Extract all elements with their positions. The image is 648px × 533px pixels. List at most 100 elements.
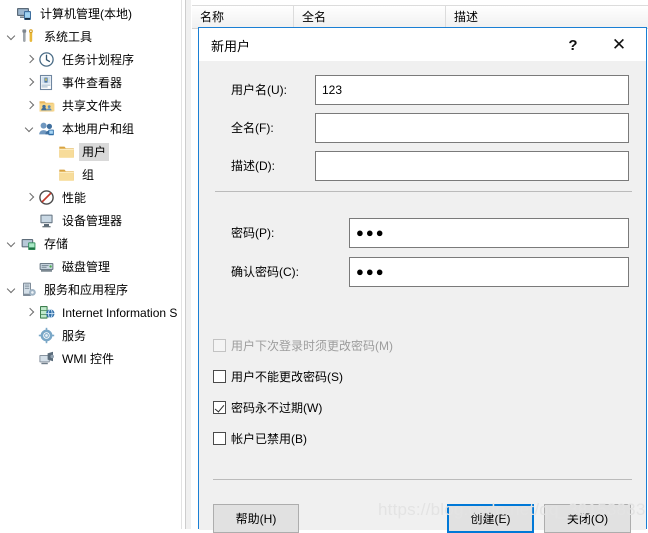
checkbox-box-password-never-expires[interactable] [213, 400, 226, 414]
chevron-right-icon[interactable] [22, 75, 38, 91]
column-header-fullname[interactable]: 全名 [294, 6, 446, 28]
local-users-groups-icon [38, 120, 55, 137]
event-viewer-icon [38, 74, 55, 91]
chevron-right-icon[interactable] [22, 52, 38, 68]
chevron-down-icon[interactable] [4, 282, 20, 298]
tree-item-15[interactable]: WMI 控件 [0, 347, 181, 370]
computer-management-icon [16, 5, 33, 22]
tree-item-label: 用户 [79, 142, 110, 161]
tree-item-label: 计算机管理(本地) [40, 6, 132, 21]
tree-expander-placeholder [42, 144, 58, 160]
tree-item-13[interactable]: Internet Information S [0, 301, 181, 324]
task-scheduler-icon [38, 51, 55, 68]
field-row-password: 密码(P): ●●● [199, 218, 646, 248]
username-input[interactable]: 123 [315, 75, 629, 105]
folder-icon [58, 166, 75, 183]
checkbox-account-disabled[interactable]: 帐户已禁用(B) [213, 427, 307, 449]
console-tree-panel[interactable]: 计算机管理(本地) 系统工具 任务计划程序 事件查看器 共享文件夹 本地用户和组… [0, 0, 181, 529]
tree-expander-placeholder [22, 213, 38, 229]
tree-item-label: WMI 控件 [62, 351, 114, 366]
tree-item-label: 设备管理器 [62, 213, 123, 228]
tree-item-label: 本地用户和组 [62, 121, 135, 136]
checkbox-label-must-change-password: 用户下次登录时须更改密码(M) [231, 338, 393, 353]
tree-item-4[interactable]: 共享文件夹 [0, 94, 181, 117]
tree-item-6[interactable]: 用户 [0, 140, 181, 163]
chevron-right-icon[interactable] [22, 305, 38, 321]
description-input[interactable] [315, 151, 629, 181]
field-row-confirm-password: 确认密码(C): ●●● [199, 257, 646, 287]
password-label: 密码(P): [231, 226, 275, 240]
tree-expander-placeholder [22, 328, 38, 344]
disk-management-icon [38, 258, 55, 275]
column-header-name[interactable]: 名称 [192, 6, 294, 28]
tree-expander-placeholder [42, 167, 58, 183]
services-icon [38, 327, 55, 344]
checkbox-box-cannot-change-password[interactable] [213, 369, 226, 383]
checkbox-label-account-disabled: 帐户已禁用(B) [231, 431, 307, 446]
iis-icon [38, 304, 55, 321]
tree-item-0[interactable]: 计算机管理(本地) [0, 2, 181, 25]
tree-item-10[interactable]: 存储 [0, 232, 181, 255]
chevron-down-icon[interactable] [4, 236, 20, 252]
tree-item-5[interactable]: 本地用户和组 [0, 117, 181, 140]
chevron-right-icon[interactable] [22, 190, 38, 206]
checkbox-label-cannot-change-password: 用户不能更改密码(S) [231, 369, 343, 384]
chevron-down-icon[interactable] [22, 121, 38, 137]
tree-item-8[interactable]: 性能 [0, 186, 181, 209]
shared-folders-icon [38, 97, 55, 114]
tree-item-11[interactable]: 磁盘管理 [0, 255, 181, 278]
system-tools-icon [20, 28, 37, 45]
checkbox-box-account-disabled[interactable] [213, 431, 226, 445]
folder-icon [58, 143, 75, 160]
description-label: 描述(D): [231, 159, 275, 173]
divider-bottom [213, 479, 632, 480]
help-icon[interactable]: ? [558, 32, 588, 58]
chevron-right-icon[interactable] [22, 98, 38, 114]
fullname-label: 全名(F): [231, 121, 274, 135]
confirm-password-label: 确认密码(C): [231, 265, 299, 279]
tree-item-label: 性能 [62, 190, 87, 205]
column-header-description[interactable]: 描述 [446, 6, 648, 28]
tree-item-7[interactable]: 组 [0, 163, 181, 186]
field-row-description: 描述(D): [199, 151, 646, 181]
checkbox-box-must-change-password [213, 338, 226, 352]
screen-root: 计算机管理(本地) 系统工具 任务计划程序 事件查看器 共享文件夹 本地用户和组… [0, 0, 648, 533]
chevron-down-icon[interactable] [4, 29, 20, 45]
divider-top [215, 191, 632, 192]
dialog-titlebar[interactable]: 新用户 ? ✕ [199, 28, 646, 61]
tree-item-label: Internet Information S [62, 305, 178, 320]
tree-item-label: 磁盘管理 [62, 259, 111, 274]
checkbox-cannot-change-password[interactable]: 用户不能更改密码(S) [213, 365, 343, 387]
field-row-fullname: 全名(F): [199, 113, 646, 143]
close-icon[interactable]: ✕ [602, 32, 636, 58]
tree-item-label: 系统工具 [44, 29, 93, 44]
storage-icon [20, 235, 37, 252]
tree-item-label: 共享文件夹 [62, 98, 123, 113]
tree-item-1[interactable]: 系统工具 [0, 25, 181, 48]
dialog-title: 新用户 [211, 39, 251, 54]
device-manager-icon [38, 212, 55, 229]
tree-item-label: 事件查看器 [62, 75, 123, 90]
tree-item-14[interactable]: 服务 [0, 324, 181, 347]
services-applications-icon [20, 281, 37, 298]
field-row-username: 用户名(U): 123 [199, 75, 646, 105]
confirm-password-input[interactable]: ●●● [349, 257, 629, 287]
fullname-input[interactable] [315, 113, 629, 143]
dialog-body: 用户名(U): 123 全名(F): 描述(D): 密码(P): ●●● 确认密… [199, 61, 646, 533]
tree-expander-placeholder [22, 351, 38, 367]
wmi-control-icon [38, 350, 55, 367]
password-input[interactable]: ●●● [349, 218, 629, 248]
tree-item-label: 服务 [62, 328, 87, 343]
tree-item-label: 任务计划程序 [62, 52, 135, 67]
tree-item-label: 组 [82, 167, 95, 182]
tree-item-9[interactable]: 设备管理器 [0, 209, 181, 232]
checkbox-password-never-expires[interactable]: 密码永不过期(W) [213, 396, 322, 418]
tree-item-3[interactable]: 事件查看器 [0, 71, 181, 94]
tree-item-label: 存储 [44, 236, 69, 251]
tree-expander-placeholder [0, 6, 16, 22]
list-column-header[interactable]: 名称 全名 描述 [192, 5, 648, 29]
tree-item-12[interactable]: 服务和应用程序 [0, 278, 181, 301]
performance-icon [38, 189, 55, 206]
tree-item-2[interactable]: 任务计划程序 [0, 48, 181, 71]
username-label: 用户名(U): [231, 83, 287, 97]
